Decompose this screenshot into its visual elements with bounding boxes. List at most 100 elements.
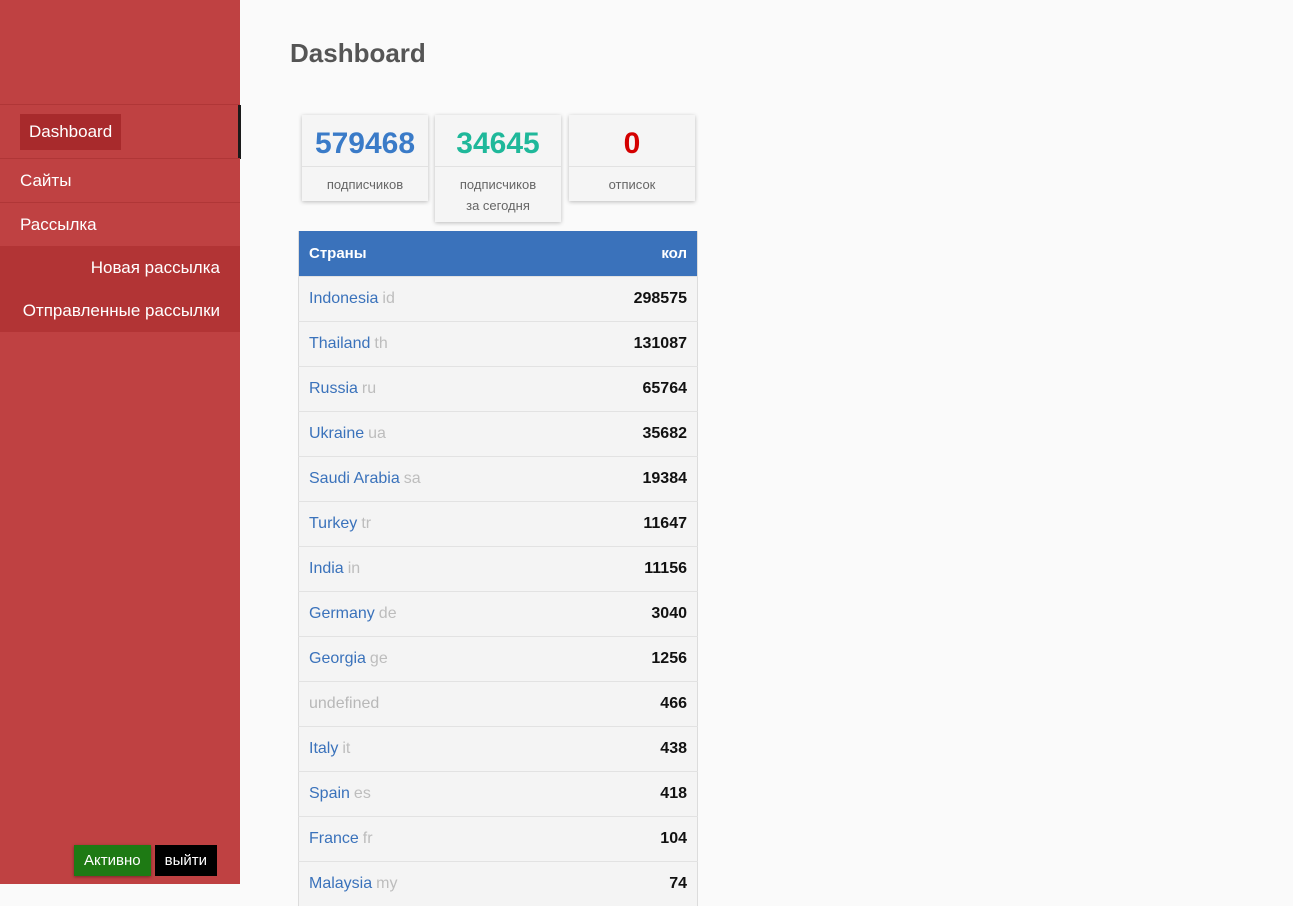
country-code: in: [348, 560, 360, 577]
main-content: Dashboard 579468 подписчиков 34645 подпи…: [240, 0, 1293, 884]
country-cell: Russiaru: [299, 367, 555, 412]
country-name-link[interactable]: Saudi Arabia: [309, 470, 400, 487]
table-body: Indonesiaid298575Thailandth131087Russiar…: [299, 277, 698, 906]
country-cell: Thailandth: [299, 322, 555, 367]
column-header-count[interactable]: кол: [554, 231, 697, 277]
country-name-link[interactable]: Spain: [309, 785, 350, 802]
country-cell: Georgiage: [299, 637, 555, 682]
country-code: ua: [368, 425, 386, 442]
country-count: 35682: [554, 412, 697, 457]
country-count: 438: [554, 727, 697, 772]
table-row: Francefr104: [299, 817, 698, 862]
country-cell: undefined: [299, 682, 555, 727]
table-row: Ukraineua35682: [299, 412, 698, 457]
country-name-link[interactable]: Turkey: [309, 515, 357, 532]
sidebar: Dashboard Сайты Рассылка Новая рассылка …: [0, 0, 240, 884]
country-cell: Francefr: [299, 817, 555, 862]
country-count: 104: [554, 817, 697, 862]
table-row: Thailandth131087: [299, 322, 698, 367]
country-count: 65764: [554, 367, 697, 412]
country-cell: Turkeytr: [299, 502, 555, 547]
country-cell: Italyit: [299, 727, 555, 772]
stat-card-subscribers: 579468 подписчиков: [302, 115, 428, 201]
table-row: undefined 466: [299, 682, 698, 727]
country-count: 131087: [554, 322, 697, 367]
country-code: fr: [363, 830, 373, 847]
country-count: 1256: [554, 637, 697, 682]
sidebar-subitem-label: Новая рассылка: [91, 258, 220, 278]
country-name-link[interactable]: Italy: [309, 740, 338, 757]
country-count: 11156: [554, 547, 697, 592]
stat-label: подписчиков за сегодня: [435, 167, 561, 222]
country-count: 3040: [554, 592, 697, 637]
stat-value: 579468: [302, 115, 428, 167]
table-row: Turkeytr11647: [299, 502, 698, 547]
country-cell: Germanyde: [299, 592, 555, 637]
countries-table: Страны кол Indonesiaid298575Thailandth13…: [298, 231, 698, 906]
sidebar-item-mailing[interactable]: Рассылка: [0, 202, 240, 246]
country-cell: Saudi Arabiasa: [299, 457, 555, 502]
country-name-link[interactable]: Russia: [309, 380, 358, 397]
country-name-link[interactable]: Indonesia: [309, 290, 378, 307]
stat-value: 0: [569, 115, 695, 167]
stat-label-line: отписок: [573, 174, 691, 195]
sidebar-footer: Активно выйти: [74, 845, 217, 876]
country-count: 19384: [554, 457, 697, 502]
stat-label: отписок: [569, 167, 695, 201]
sidebar-item-label: Сайты: [20, 171, 71, 191]
country-count: 418: [554, 772, 697, 817]
country-code: tr: [361, 515, 371, 532]
country-name-link[interactable]: Ukraine: [309, 425, 364, 442]
sidebar-item-dashboard[interactable]: Dashboard: [0, 104, 240, 158]
table-row: Saudi Arabiasa19384: [299, 457, 698, 502]
page-title: Dashboard: [290, 38, 426, 69]
country-code: sa: [404, 470, 421, 487]
country-code: de: [379, 605, 397, 622]
sidebar-subitem-label: Отправленные рассылки: [23, 301, 220, 321]
sidebar-item-sites[interactable]: Сайты: [0, 158, 240, 202]
country-name-link: undefined: [309, 695, 379, 712]
table-row: Spaines418: [299, 772, 698, 817]
table-row: Italyit438: [299, 727, 698, 772]
country-count: 466: [554, 682, 697, 727]
stat-card-unsubscribes: 0 отписок: [569, 115, 695, 201]
table-header-row: Страны кол: [299, 231, 698, 277]
sidebar-nav: Dashboard Сайты Рассылка Новая рассылка …: [0, 104, 240, 332]
country-name-link[interactable]: Germany: [309, 605, 375, 622]
country-code: th: [374, 335, 387, 352]
country-code: it: [342, 740, 350, 757]
status-badge[interactable]: Активно: [74, 845, 151, 876]
country-name-link[interactable]: India: [309, 560, 344, 577]
table-row: Russiaru65764: [299, 367, 698, 412]
sidebar-subitem-sent-mailings[interactable]: Отправленные рассылки: [0, 289, 240, 332]
table-row: Germanyde3040: [299, 592, 698, 637]
stat-label: подписчиков: [302, 167, 428, 201]
stat-label-line: за сегодня: [439, 195, 557, 216]
logout-button[interactable]: выйти: [155, 845, 217, 876]
stat-value: 34645: [435, 115, 561, 167]
stat-label-line: подписчиков: [306, 174, 424, 195]
country-count: 298575: [554, 277, 697, 322]
sidebar-item-label: Рассылка: [20, 215, 97, 235]
sidebar-item-label: Dashboard: [20, 114, 121, 150]
country-code: id: [382, 290, 394, 307]
stat-card-subscribers-today: 34645 подписчиков за сегодня: [435, 115, 561, 222]
column-header-country[interactable]: Страны: [299, 231, 555, 277]
country-name-link[interactable]: Thailand: [309, 335, 370, 352]
sidebar-subnav: Новая рассылка Отправленные рассылки: [0, 246, 240, 332]
country-code: ru: [362, 380, 376, 397]
country-cell: Indiain: [299, 547, 555, 592]
stat-label-line: подписчиков: [439, 174, 557, 195]
sidebar-subitem-new-mailing[interactable]: Новая рассылка: [0, 246, 240, 289]
country-cell: Indonesiaid: [299, 277, 555, 322]
country-name-link[interactable]: France: [309, 830, 359, 847]
country-cell: Spaines: [299, 772, 555, 817]
country-cell: Ukraineua: [299, 412, 555, 457]
table-row: Indonesiaid298575: [299, 277, 698, 322]
table-row: Indiain11156: [299, 547, 698, 592]
country-code: ge: [370, 650, 388, 667]
table-row: Georgiage1256: [299, 637, 698, 682]
country-code: es: [354, 785, 371, 802]
country-name-link[interactable]: Georgia: [309, 650, 366, 667]
country-count: 11647: [554, 502, 697, 547]
